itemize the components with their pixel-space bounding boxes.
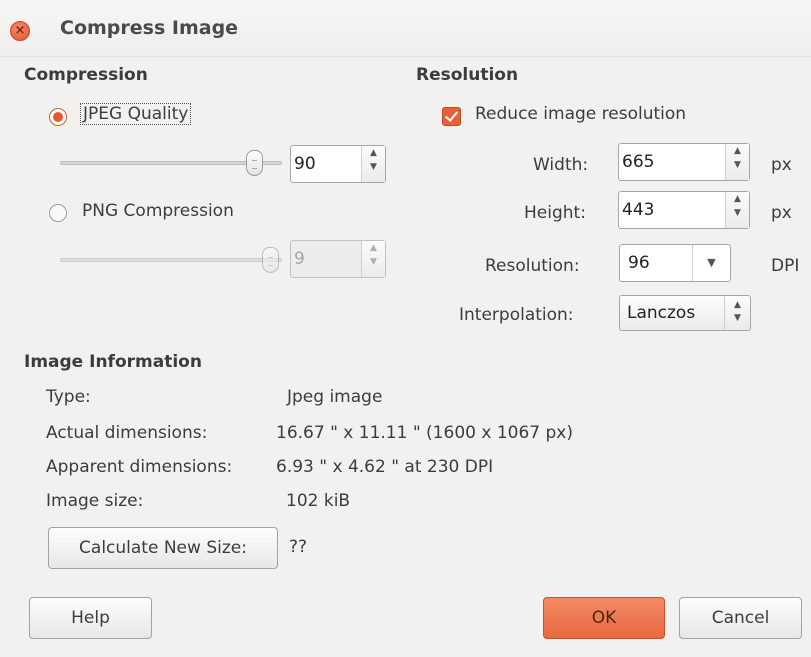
image-size-label: Image size: [46, 491, 144, 511]
height-value[interactable]: 443 [622, 200, 654, 220]
png-compression-spinner[interactable]: 9 ▲ ▼ [290, 240, 386, 278]
dialog-title: Compress Image [60, 17, 239, 39]
type-label: Type: [46, 387, 91, 407]
width-label: Width: [533, 155, 589, 175]
image-information-header: Image Information [24, 352, 202, 372]
height-spinner[interactable]: 443 ▲ ▼ [618, 191, 750, 229]
png-compression-value[interactable]: 9 [294, 249, 305, 269]
ok-button[interactable]: OK [543, 597, 665, 639]
interpolation-select[interactable]: Lanczos ▲ ▼ [619, 295, 751, 331]
resolution-unit: DPI [771, 256, 800, 276]
spin-arrows-icon[interactable]: ▲ ▼ [361, 241, 385, 277]
jpeg-quality-spinner[interactable]: 90 ▲ ▼ [290, 145, 386, 183]
resolution-header: Resolution [416, 65, 519, 85]
resolution-value[interactable]: 96 [628, 253, 650, 273]
actual-dimensions-value: 16.67 " x 11.11 " (1600 x 1067 px) [276, 423, 573, 443]
apparent-dimensions-value: 6.93 " x 4.62 " at 230 DPI [276, 457, 494, 477]
spin-arrows-icon[interactable]: ▲ ▼ [725, 144, 749, 180]
spin-arrows-icon[interactable]: ▲ ▼ [725, 192, 749, 228]
help-button[interactable]: Help [29, 597, 152, 639]
close-icon[interactable]: × [10, 21, 30, 41]
interpolation-value[interactable]: Lanczos [627, 303, 695, 323]
reduce-resolution-checkbox[interactable] [442, 107, 461, 126]
spin-arrows-icon[interactable]: ▲ ▼ [724, 296, 750, 330]
resolution-combo[interactable]: 96 ▼ [619, 244, 731, 282]
jpeg-quality-radio[interactable] [49, 108, 67, 126]
width-value[interactable]: 665 [622, 152, 654, 172]
jpeg-quality-label[interactable]: JPEG Quality [80, 103, 192, 125]
height-unit: px [771, 203, 792, 223]
width-unit: px [771, 155, 792, 175]
interpolation-label: Interpolation: [459, 305, 574, 325]
apparent-dimensions-label: Apparent dimensions: [46, 457, 233, 477]
resolution-label: Resolution: [485, 256, 580, 276]
png-compression-label[interactable]: PNG Compression [82, 201, 234, 221]
reduce-resolution-label[interactable]: Reduce image resolution [475, 104, 686, 124]
png-compression-slider-thumb[interactable] [262, 247, 279, 273]
width-spinner[interactable]: 665 ▲ ▼ [618, 143, 750, 181]
chevron-down-icon[interactable]: ▼ [692, 245, 730, 281]
type-value: Jpeg image [287, 387, 383, 407]
jpeg-quality-slider-thumb[interactable] [246, 150, 263, 176]
jpeg-quality-value[interactable]: 90 [294, 154, 316, 174]
compression-header: Compression [24, 65, 148, 85]
calculated-size-value: ?? [289, 537, 308, 557]
calculate-new-size-button[interactable]: Calculate New Size: [48, 527, 278, 569]
actual-dimensions-label: Actual dimensions: [46, 423, 208, 443]
png-compression-radio[interactable] [49, 204, 67, 222]
cancel-button[interactable]: Cancel [679, 597, 802, 639]
spin-arrows-icon[interactable]: ▲ ▼ [361, 146, 385, 182]
height-label: Height: [524, 203, 586, 223]
image-size-value: 102 kiB [286, 491, 351, 511]
png-compression-slider[interactable] [60, 258, 282, 262]
